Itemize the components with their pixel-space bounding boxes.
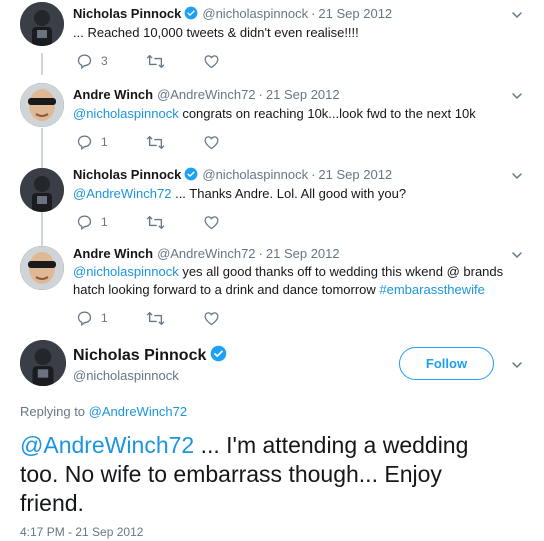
separator-dot: · xyxy=(311,167,316,182)
reply-count: 1 xyxy=(101,135,108,149)
retweet-icon xyxy=(146,310,165,327)
like-icon xyxy=(203,53,220,70)
display-name[interactable]: Andre Winch xyxy=(73,87,153,102)
tweet-actions: 1 xyxy=(76,213,258,231)
reply-icon xyxy=(76,214,93,231)
verified-badge-icon xyxy=(210,345,227,367)
reply-count: 1 xyxy=(101,215,108,229)
retweet-icon xyxy=(146,53,165,70)
avatar[interactable] xyxy=(20,340,66,386)
tweet-header: Andre Winch @AndreWinch72 · 21 Sep 2012 xyxy=(73,87,340,102)
separator-dot: · xyxy=(258,87,263,102)
reply-count: 3 xyxy=(101,54,108,68)
reply-icon xyxy=(76,134,93,151)
tweet-body-line2: hatch looking forward to a drink and dan… xyxy=(73,282,380,297)
retweet-icon xyxy=(146,214,165,231)
replying-prefix: Replying to xyxy=(20,404,89,419)
chevron-down-icon[interactable] xyxy=(510,8,524,22)
retweet-icon xyxy=(146,134,165,151)
user-handle[interactable]: @AndreWinch72 xyxy=(157,246,255,261)
tweet-date[interactable]: 21 Sep 2012 xyxy=(318,167,392,182)
user-handle[interactable]: @nicholaspinnock xyxy=(202,167,308,182)
reply-button[interactable]: 3 xyxy=(76,53,108,70)
tweet-body: ... Thanks Andre. Lol. All good with you… xyxy=(171,186,407,201)
tweet-header: Andre Winch @AndreWinch72 · 21 Sep 2012 xyxy=(73,246,340,261)
like-button[interactable] xyxy=(203,53,220,70)
like-icon xyxy=(203,134,220,151)
tweet-body: congrats on reaching 10k...look fwd to t… xyxy=(178,106,476,121)
tweet[interactable]: Nicholas Pinnock @nicholaspinnock · 21 Sep … xyxy=(0,0,544,78)
tweet-date[interactable]: 21 Sep 2012 xyxy=(318,6,392,21)
user-handle[interactable]: @AndreWinch72 xyxy=(157,87,255,102)
retweet-button[interactable] xyxy=(146,310,165,327)
avatar[interactable] xyxy=(20,2,64,46)
retweet-button[interactable] xyxy=(146,53,165,70)
display-name[interactable]: Nicholas Pinnock xyxy=(73,167,181,182)
verified-badge-icon xyxy=(184,167,198,184)
tweet-header: Nicholas Pinnock @nicholaspinnock · 21 Sep … xyxy=(73,6,392,23)
tweet-text: @nicholaspinnock congrats on reaching 10… xyxy=(73,105,523,123)
like-button[interactable] xyxy=(203,134,220,151)
like-button[interactable] xyxy=(203,214,220,231)
reply-count: 1 xyxy=(101,311,108,325)
display-name[interactable]: Nicholas Pinnock xyxy=(73,6,181,21)
user-handle[interactable]: @nicholaspinnock xyxy=(202,6,308,21)
main-name-text: Nicholas Pinnock xyxy=(73,347,207,364)
tweet-body: ... Reached 10,000 tweets & didn't even … xyxy=(73,25,359,40)
mention-link[interactable]: @nicholaspinnock xyxy=(73,264,179,279)
chevron-down-icon[interactable] xyxy=(510,358,524,372)
tweet-text: @nicholaspinnock yes all good thanks off… xyxy=(73,263,523,299)
like-icon xyxy=(203,310,220,327)
tweet-actions: 3 xyxy=(76,52,258,70)
tweet-date[interactable]: 21 Sep 2012 xyxy=(266,87,340,102)
chevron-down-icon[interactable] xyxy=(510,248,524,262)
main-user-handle[interactable]: @nicholaspinnock xyxy=(73,368,179,383)
hashtag-link[interactable]: #embarassthewife xyxy=(379,282,485,297)
tweet[interactable]: Andre Winch @AndreWinch72 · 21 Sep 2012 @ni… xyxy=(0,238,544,330)
tweet-body-line1: yes all good thanks off to wedding this … xyxy=(178,264,504,279)
verified-badge-icon xyxy=(184,6,198,23)
mention-link[interactable]: @AndreWinch72 xyxy=(20,432,194,458)
reply-button[interactable]: 1 xyxy=(76,310,108,327)
retweet-button[interactable] xyxy=(146,134,165,151)
tweet-text: @AndreWinch72 ... Thanks Andre. Lol. All… xyxy=(73,185,523,203)
like-icon xyxy=(203,214,220,231)
avatar[interactable] xyxy=(20,83,64,127)
main-display-name[interactable]: Nicholas Pinnock xyxy=(73,345,227,367)
reply-button[interactable]: 1 xyxy=(76,214,108,231)
tweet[interactable]: Andre Winch @AndreWinch72 · 21 Sep 2012 @ni… xyxy=(0,78,544,158)
reply-icon xyxy=(76,53,93,70)
chevron-down-icon[interactable] xyxy=(510,169,524,183)
follow-button[interactable]: Follow xyxy=(399,347,494,380)
tweet-actions: 1 xyxy=(76,309,258,327)
mention-link[interactable]: @AndreWinch72 xyxy=(73,186,171,201)
mention-link[interactable]: @nicholaspinnock xyxy=(73,106,179,121)
main-tweet-text: @AndreWinch72 ... I'm attending a weddin… xyxy=(20,431,525,518)
tweet[interactable]: Nicholas Pinnock @nicholaspinnock · 21 Sep … xyxy=(0,158,544,238)
chevron-down-icon[interactable] xyxy=(510,89,524,103)
display-name[interactable]: Andre Winch xyxy=(73,246,153,261)
like-button[interactable] xyxy=(203,310,220,327)
tweet-timestamp[interactable]: 4:17 PM - 21 Sep 2012 xyxy=(20,525,143,539)
retweet-button[interactable] xyxy=(146,214,165,231)
tweet-date[interactable]: 21 Sep 2012 xyxy=(266,246,340,261)
reply-icon xyxy=(76,310,93,327)
main-text-line3: friend. xyxy=(20,490,84,516)
tweet-actions: 1 xyxy=(76,133,258,151)
replying-to: Replying to @AndreWinch72 xyxy=(20,404,187,419)
separator-dot: · xyxy=(258,246,263,261)
avatar[interactable] xyxy=(20,168,64,212)
tweet-text: ... Reached 10,000 tweets & didn't even … xyxy=(73,24,523,42)
main-text-line2: too. No wife to embarrass though... Enjo… xyxy=(20,461,442,487)
separator-dot: · xyxy=(311,6,316,21)
avatar[interactable] xyxy=(20,246,64,290)
reply-button[interactable]: 1 xyxy=(76,134,108,151)
replying-to-link[interactable]: @AndreWinch72 xyxy=(89,404,187,419)
main-text-line1: ... I'm attending a wedding xyxy=(194,432,469,458)
tweet-header: Nicholas Pinnock @nicholaspinnock · 21 Sep … xyxy=(73,167,392,184)
